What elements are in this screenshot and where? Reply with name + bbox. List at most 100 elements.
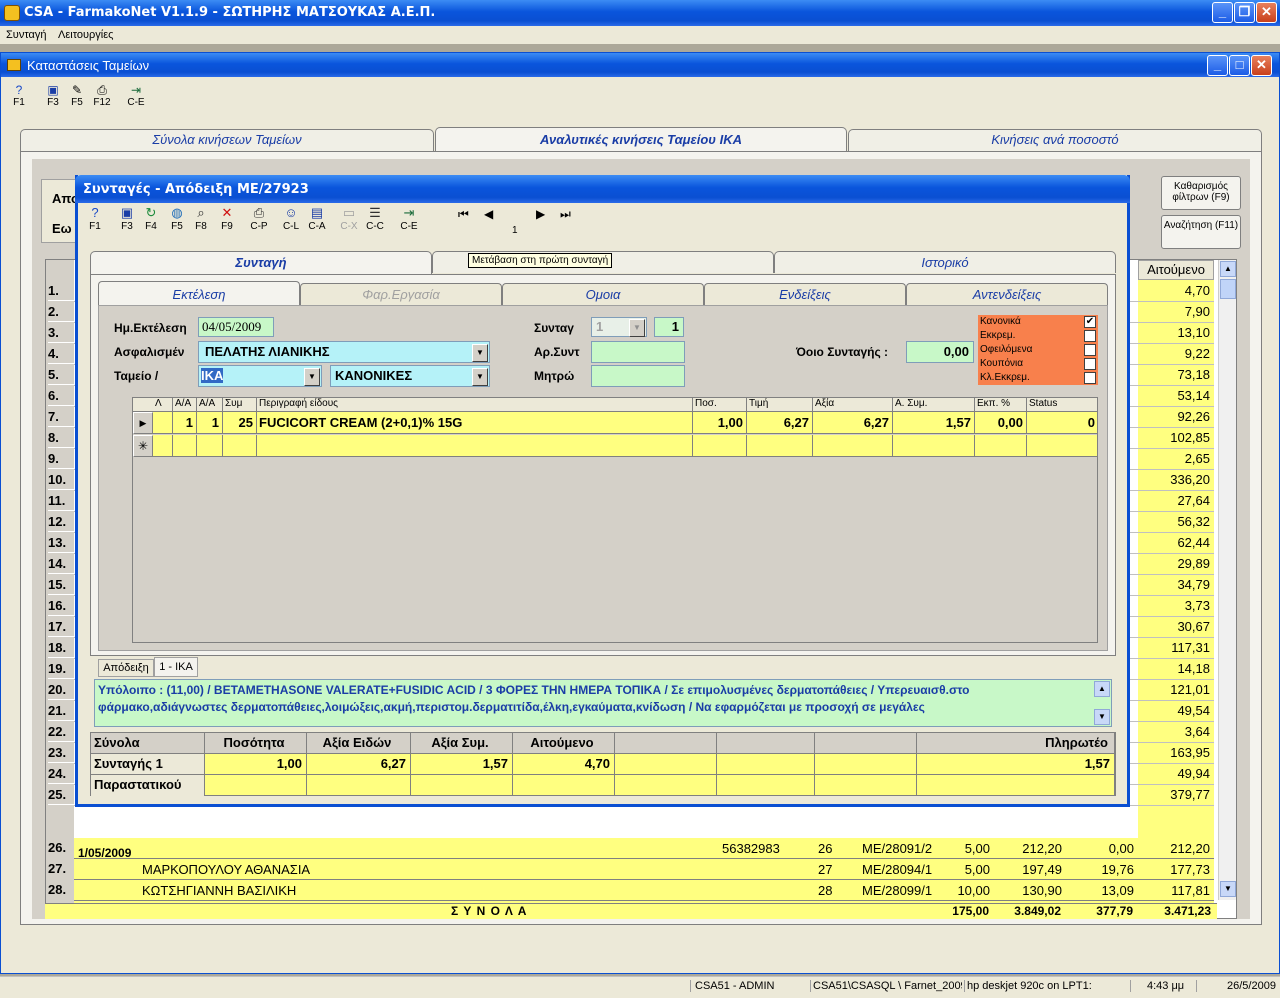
menu-item-rx[interactable]: Συνταγή — [6, 29, 46, 41]
exit-door-icon: ⇥ — [130, 83, 142, 97]
dialog-tb-list-button[interactable]: ☰ C-C — [362, 205, 388, 232]
flag-checkbox[interactable] — [1084, 344, 1096, 356]
bg-row-number: 13. — [48, 533, 74, 553]
bg-bottom-row-date: 1/05/2009 — [78, 846, 132, 860]
child-tb-help[interactable]: ? F1 — [7, 83, 31, 108]
dialog-tb-exit-door-button[interactable]: ⇥ C-E — [396, 205, 422, 232]
dialog-tb-label: C-P — [250, 221, 268, 232]
child-close-button[interactable]: ✕ — [1251, 55, 1272, 76]
chevron-down-icon[interactable]: ▼ — [629, 319, 645, 337]
rx-combo[interactable]: 1 ▼ — [591, 317, 647, 337]
nav-prev-button[interactable]: ◀ — [484, 207, 493, 221]
flag-checkbox[interactable]: ✔ — [1084, 316, 1096, 328]
chevron-down-icon[interactable]: ▼ — [472, 344, 488, 362]
memo-scroll-down-icon[interactable]: ▼ — [1094, 709, 1110, 725]
dialog-tb-save-button[interactable]: ▣ F3 — [114, 205, 140, 232]
bottom-tab-receipt[interactable]: Απόδειξη — [98, 659, 154, 677]
items-row[interactable]: 1 1 25 FUCICORT CREAM (2+0,1)% 15G 1,00 6,27 6… — [153, 412, 1097, 434]
chevron-down-icon[interactable]: ▼ — [472, 368, 488, 386]
registry-field[interactable] — [591, 365, 685, 387]
items-new-row[interactable] — [153, 435, 1097, 457]
status-user: CSA51 - ADMIN — [690, 980, 808, 992]
bg-scrollbar[interactable]: ▲ ▼ — [1218, 260, 1236, 900]
row-selector-current[interactable]: ▶ — [133, 412, 153, 434]
nav-first-button[interactable]: ⏮ — [458, 207, 469, 222]
row-selector-new[interactable]: ✳ — [133, 435, 153, 457]
bg-scroll-down-icon[interactable]: ▼ — [1220, 881, 1236, 897]
bg-scroll-up-icon[interactable]: ▲ — [1220, 261, 1236, 277]
exit-door-icon: ⇥ — [403, 205, 415, 220]
menu-item-functions[interactable]: Λειτουργίες — [58, 29, 113, 41]
bg-bottom-row-aa: 27 — [818, 862, 833, 877]
child-tb-save[interactable]: ▣ F3 — [41, 83, 65, 108]
grid-header-cell: Α/Α — [197, 398, 223, 412]
subtab-1[interactable]: Φαρ.Εργασία — [300, 283, 502, 305]
insured-label: Ασφαλισμέν — [114, 345, 185, 359]
dialog-tb-help-button[interactable]: ? F1 — [82, 205, 108, 232]
nav-last-button[interactable]: ⏭ — [560, 207, 571, 222]
subtab-3[interactable]: Ενδείξεις — [704, 283, 906, 305]
exec-date-field[interactable]: 04/05/2009 — [198, 317, 274, 337]
search-button[interactable]: Αναζήτηση (F11) — [1161, 215, 1241, 249]
dialog-tb-label: C-X — [340, 221, 358, 232]
tab-detailed-moves[interactable]: Αναλυτικές κινήσεις Ταμείου ΙΚΑ — [435, 127, 847, 153]
dialog-tb-delete-button[interactable]: ✕ F9 — [214, 205, 240, 232]
exec-date-value: 04/05/2009 — [202, 319, 262, 334]
tab-history[interactable]: Ιστορικό — [774, 251, 1116, 273]
flag-checkbox[interactable] — [1084, 372, 1096, 384]
drug-info-memo[interactable]: Υπόλοιπο : (11,00) / BETAMETHASONE VALER… — [94, 679, 1112, 727]
bg-row-number: 25. — [48, 785, 74, 805]
child-tb-exit[interactable]: ⇥ C-E — [123, 83, 149, 108]
dialog-tb-users-button[interactable]: ☺ C-L — [278, 205, 304, 232]
flag-checkbox[interactable] — [1084, 358, 1096, 370]
bg-row-number: 1. — [48, 281, 74, 301]
bg-row-requested: 336,20 — [1170, 472, 1210, 487]
child-maximize-button[interactable]: □ — [1229, 55, 1250, 76]
bg-row-requested: 49,54 — [1177, 703, 1210, 718]
totals-qty: 175,00 — [952, 904, 989, 918]
bg-row-requested: 30,67 — [1177, 619, 1210, 634]
subtab-4[interactable]: Αντενδείξεις — [906, 283, 1108, 305]
tab-prescription[interactable]: Συνταγή — [90, 251, 432, 275]
dialog-tb-print-button[interactable]: ⎙ C-P — [246, 205, 272, 232]
rxno-field[interactable] — [591, 341, 685, 363]
dialog-tb-refresh-button[interactable]: ↻ F4 — [138, 205, 164, 232]
totals-req: 3.471,23 — [1164, 904, 1211, 918]
dialog-tb-window-button[interactable]: ▭ C-X — [336, 205, 362, 232]
restore-button[interactable]: ❐ — [1234, 2, 1255, 23]
summary-row2-cell — [815, 775, 917, 796]
registry-label: Μητρώ — [534, 369, 575, 383]
child-tb-edit[interactable]: ✎ F5 — [65, 83, 89, 108]
bottom-tab-ika-label: 1 - ΙΚΑ — [159, 661, 193, 673]
tab-fund-totals[interactable]: Σύνολα κινήσεων Ταμείων — [20, 129, 434, 151]
dialog-tb-globe-button[interactable]: ◍ F5 — [164, 205, 190, 232]
rx-field[interactable]: 1 — [654, 317, 684, 337]
bottom-tab-ika[interactable]: 1 - ΙΚΑ — [154, 657, 198, 677]
fund-value: ΙΚΑ — [201, 368, 224, 383]
bg-scroll-thumb[interactable] — [1220, 279, 1236, 299]
subtab-2[interactable]: Ομοια — [502, 283, 704, 305]
child-tb-print[interactable]: ⎙ F12 — [89, 83, 115, 108]
same-rx-field[interactable]: 0,00 — [906, 341, 974, 363]
subtab-0[interactable]: Εκτέλεση — [98, 281, 300, 307]
chevron-down-icon[interactable]: ▼ — [304, 368, 320, 386]
fund-combo[interactable]: ΙΚΑ ▼ — [198, 365, 322, 387]
dialog-tb-find-button[interactable]: ⌕ F8 — [188, 205, 214, 232]
dialog-tb-document-button[interactable]: ▤ C-A — [304, 205, 330, 232]
subtabs: Εκτέλεση Φαρ.Εργασία Ομοια Ενδείξεις Αντενδε… — [98, 281, 1108, 307]
child-minimize-button[interactable]: _ — [1207, 55, 1228, 76]
tab-moves-by-percent[interactable]: Κινήσεις ανά ποσοστό — [848, 129, 1262, 151]
minimize-button[interactable]: _ — [1212, 2, 1233, 23]
flag-checkbox[interactable] — [1084, 330, 1096, 342]
dialog-toolbar: ? F1 ▣ F3 ↻ F4 ◍ F5 ⌕ F8 ✕ F9 ⎙ C-P ☺ C-L ▤ C-A ▭ C-X ☰ C-C ⇥ C… — [78, 205, 1128, 237]
bg-row-number: 12. — [48, 512, 74, 532]
clear-filters-button[interactable]: Καθαρισμός φίλτρων (F9) — [1161, 176, 1241, 210]
memo-scroll-up-icon[interactable]: ▲ — [1094, 681, 1110, 697]
bg-bottom-row-aa: 26 — [818, 841, 833, 856]
fund-type-combo[interactable]: ΚΑΝΟΝΙΚΕΣ ▼ — [330, 365, 490, 387]
nav-next-button[interactable]: ▶ — [536, 207, 545, 221]
close-button[interactable]: ✕ — [1256, 2, 1277, 23]
insured-combo[interactable]: ΠΕΛΑΤΗΣ ΛΙΑΝΙΚΗΣ ▼ — [198, 341, 490, 363]
totals-part: 377,79 — [1096, 904, 1133, 918]
totals-label: Σ Υ Ν Ο Λ Α — [451, 904, 528, 918]
